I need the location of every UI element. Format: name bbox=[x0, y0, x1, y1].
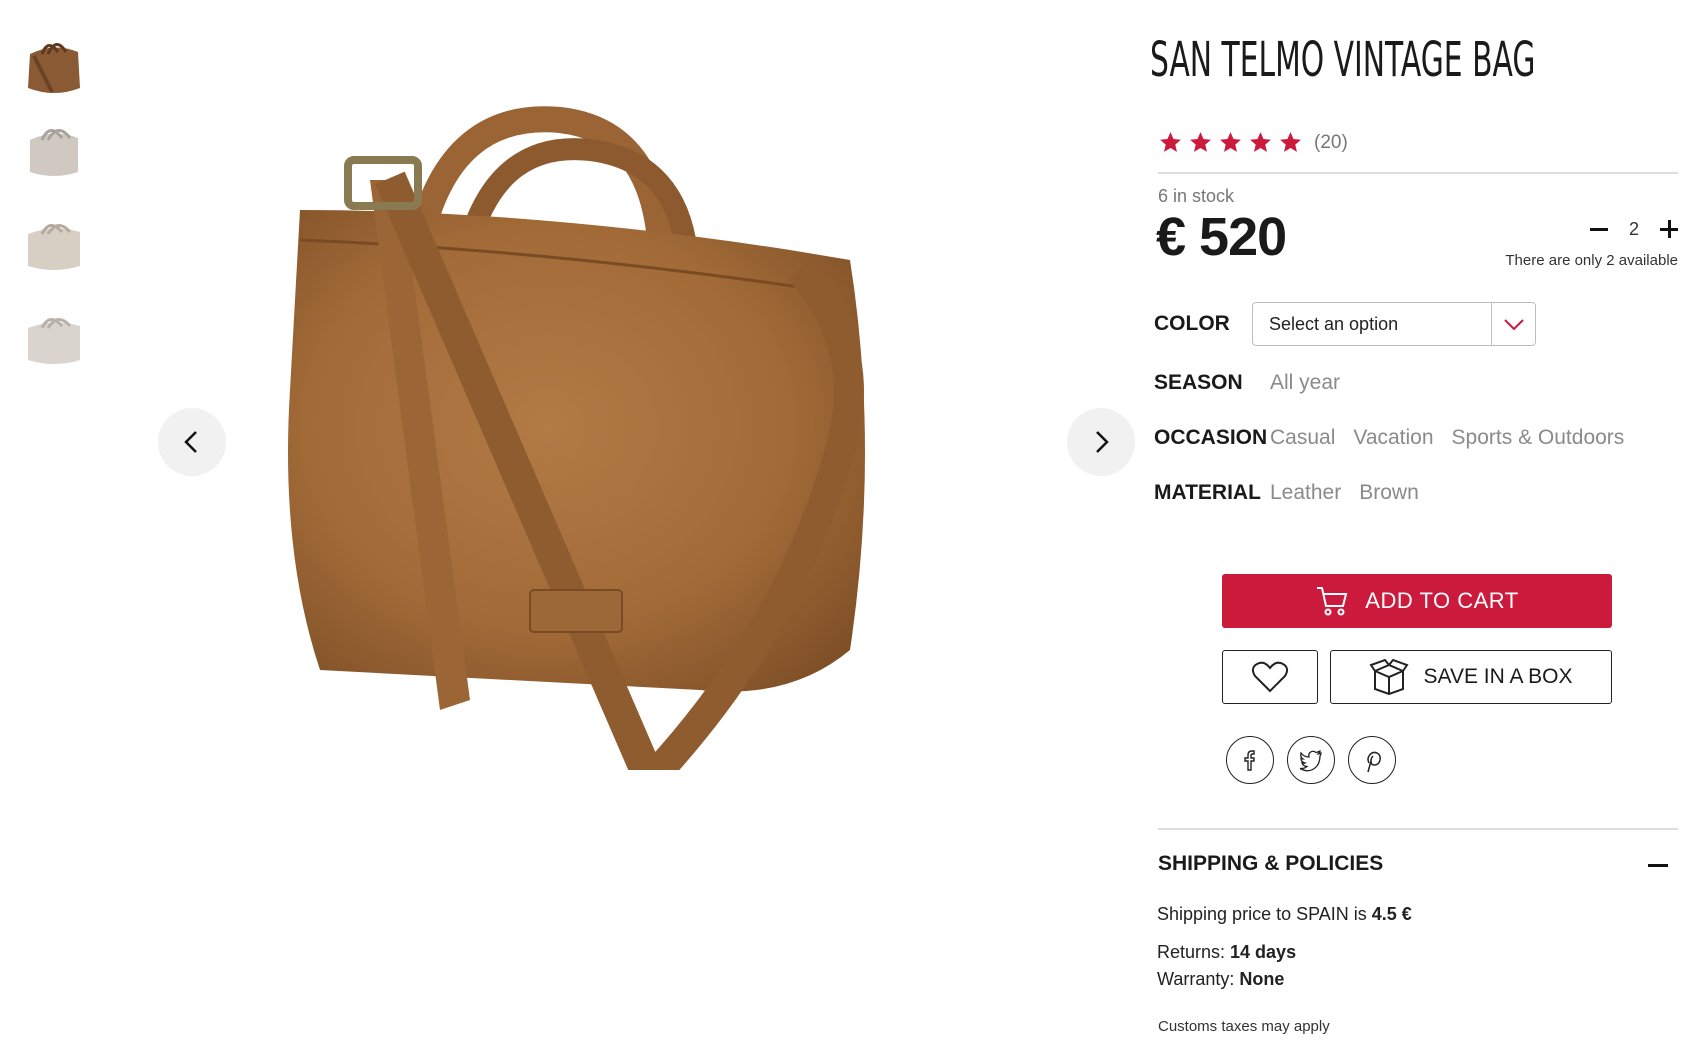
twitter-share-button[interactable] bbox=[1287, 736, 1335, 784]
quantity-note: There are only 2 available bbox=[1505, 252, 1678, 269]
thumbnail-beige[interactable] bbox=[18, 210, 90, 282]
star-icon bbox=[1280, 132, 1301, 152]
star-icon bbox=[1160, 132, 1181, 152]
facebook-share-button[interactable] bbox=[1226, 736, 1274, 784]
facebook-icon bbox=[1244, 750, 1255, 771]
color-select[interactable]: Select an option bbox=[1252, 302, 1536, 346]
chevron-left-icon bbox=[184, 431, 197, 453]
season-value[interactable]: All year bbox=[1270, 371, 1340, 395]
occasion-value[interactable]: Sports & Outdoors bbox=[1452, 426, 1625, 450]
material-values: Leather Brown bbox=[1270, 481, 1419, 505]
quantity-value[interactable]: 2 bbox=[1629, 219, 1639, 240]
customs-note: Customs taxes may apply bbox=[1158, 1018, 1330, 1035]
decrease-quantity-button[interactable] bbox=[1588, 218, 1610, 240]
returns-policy: Returns: 14 days bbox=[1157, 942, 1296, 963]
wishlist-button[interactable] bbox=[1222, 650, 1318, 704]
box-icon bbox=[1369, 659, 1410, 695]
heart-icon bbox=[1251, 661, 1289, 693]
returns-label: Returns: bbox=[1157, 942, 1231, 962]
material-value[interactable]: Brown bbox=[1359, 481, 1419, 505]
product-title: SAN TELMO VINTAGE BAG bbox=[1150, 32, 1536, 88]
chevron-down-icon bbox=[1503, 319, 1524, 331]
occasion-label: OCCASION bbox=[1154, 426, 1268, 449]
previous-image-button[interactable] bbox=[158, 408, 226, 476]
star-icon bbox=[1250, 132, 1271, 152]
chevron-right-icon bbox=[1096, 431, 1109, 453]
shipping-price-prefix: Shipping price to SPAIN is bbox=[1157, 904, 1372, 924]
material-value[interactable]: Leather bbox=[1270, 481, 1341, 505]
returns-value: 14 days bbox=[1230, 942, 1297, 962]
save-in-box-button[interactable]: SAVE IN A BOX bbox=[1330, 650, 1612, 704]
occasion-value[interactable]: Casual bbox=[1270, 426, 1335, 450]
thumbnail-light[interactable] bbox=[18, 304, 90, 376]
thumbnail-brown[interactable] bbox=[18, 32, 90, 104]
pinterest-share-button[interactable] bbox=[1348, 736, 1396, 784]
add-to-cart-label: ADD TO CART bbox=[1365, 588, 1519, 613]
color-select-value: Select an option bbox=[1269, 313, 1399, 334]
shipping-price-value: 4.5 € bbox=[1371, 904, 1412, 924]
cart-icon bbox=[1317, 587, 1348, 616]
warranty-policy: Warranty: None bbox=[1157, 969, 1284, 990]
dropdown-arrow bbox=[1491, 303, 1535, 345]
stock-status: 6 in stock bbox=[1158, 186, 1235, 206]
shipping-policies-heading[interactable]: SHIPPING & POLICIES bbox=[1158, 852, 1383, 876]
main-product-image bbox=[230, 90, 950, 791]
add-to-cart-button[interactable]: ADD TO CART bbox=[1222, 574, 1612, 628]
product-price: € 520 bbox=[1156, 207, 1287, 267]
next-image-button[interactable] bbox=[1067, 408, 1135, 476]
season-label: SEASON bbox=[1154, 371, 1243, 394]
twitter-icon bbox=[1299, 749, 1322, 772]
color-label: COLOR bbox=[1154, 312, 1230, 335]
product-rating[interactable]: (20) bbox=[1158, 130, 1348, 155]
shipping-price: Shipping price to SPAIN is 4.5 € bbox=[1157, 904, 1412, 925]
save-in-box-label: SAVE IN A BOX bbox=[1423, 665, 1573, 688]
season-values: All year bbox=[1270, 371, 1340, 395]
divider bbox=[1158, 172, 1678, 174]
star-icon bbox=[1190, 132, 1211, 152]
occasion-value[interactable]: Vacation bbox=[1353, 426, 1433, 450]
quantity-stepper: 2 bbox=[1588, 214, 1680, 244]
warranty-label: Warranty: bbox=[1157, 969, 1240, 989]
star-icon bbox=[1220, 132, 1241, 152]
occasion-values: Casual Vacation Sports & Outdoors bbox=[1270, 426, 1624, 450]
warranty-value: None bbox=[1239, 969, 1285, 989]
divider bbox=[1158, 828, 1678, 830]
pinterest-icon bbox=[1367, 751, 1381, 773]
rating-count: (20) bbox=[1314, 131, 1348, 153]
thumbnail-grey[interactable] bbox=[18, 116, 90, 188]
increase-quantity-button[interactable] bbox=[1658, 218, 1680, 240]
collapse-toggle[interactable] bbox=[1648, 860, 1668, 872]
material-label: MATERIAL bbox=[1154, 481, 1261, 504]
